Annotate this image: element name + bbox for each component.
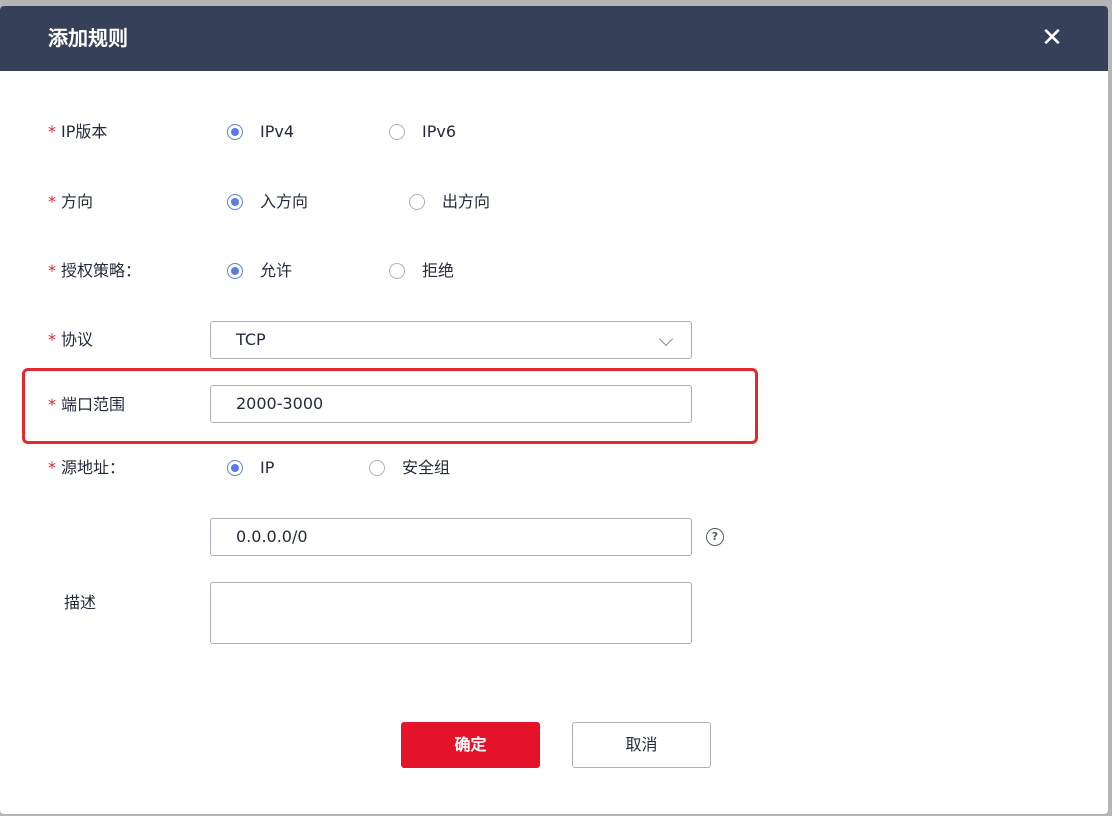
required-mark: * bbox=[48, 192, 56, 211]
radio-checked-icon bbox=[227, 124, 243, 140]
radio-deny-label: 拒绝 bbox=[422, 261, 455, 280]
radio-unchecked-icon bbox=[389, 263, 405, 279]
description-label: 描述 bbox=[64, 593, 97, 612]
radio-allow-label: 允许 bbox=[260, 261, 293, 280]
radio-security-group-label: 安全组 bbox=[402, 458, 451, 477]
source-ip-input[interactable]: 0.0.0.0/0 bbox=[210, 518, 692, 556]
radio-unchecked-icon bbox=[369, 460, 385, 476]
protocol-value: TCP bbox=[236, 330, 266, 349]
chevron-down-icon bbox=[658, 331, 674, 347]
required-mark: * bbox=[48, 122, 56, 141]
radio-outbound[interactable]: 出方向 bbox=[409, 191, 490, 213]
required-mark: * bbox=[48, 330, 56, 349]
radio-inbound-label: 入方向 bbox=[260, 192, 309, 211]
radio-ipv6-label: IPv6 bbox=[422, 122, 457, 141]
radio-outbound-label: 出方向 bbox=[442, 192, 491, 211]
radio-allow[interactable]: 允许 bbox=[227, 260, 292, 282]
radio-source-ip[interactable]: IP bbox=[227, 457, 274, 479]
policy-label: * 授权策略： bbox=[48, 261, 142, 280]
radio-unchecked-icon bbox=[389, 124, 405, 140]
question-circle-icon[interactable]: ? bbox=[706, 528, 724, 546]
radio-source-ip-label: IP bbox=[260, 458, 275, 477]
close-icon[interactable]: ✕ bbox=[1038, 24, 1066, 52]
port-range-label: * 端口范围 bbox=[48, 395, 126, 414]
radio-checked-icon bbox=[227, 263, 243, 279]
description-textarea[interactable] bbox=[210, 582, 692, 644]
radio-deny[interactable]: 拒绝 bbox=[389, 260, 454, 282]
protocol-select[interactable]: TCP bbox=[210, 321, 692, 359]
radio-ipv4[interactable]: IPv4 bbox=[227, 121, 294, 143]
radio-ipv6[interactable]: IPv6 bbox=[389, 121, 456, 143]
radio-security-group[interactable]: 安全组 bbox=[369, 457, 450, 479]
direction-label: * 方向 bbox=[48, 192, 94, 211]
radio-unchecked-icon bbox=[409, 194, 425, 210]
required-mark: * bbox=[48, 261, 56, 280]
port-range-value: 2000-3000 bbox=[236, 394, 324, 413]
ip-version-label: * IP版本 bbox=[48, 122, 108, 141]
source-label: * 源地址： bbox=[48, 458, 126, 477]
protocol-label: * 协议 bbox=[48, 330, 94, 349]
required-mark: * bbox=[48, 395, 56, 414]
source-ip-value: 0.0.0.0/0 bbox=[236, 527, 308, 546]
radio-inbound[interactable]: 入方向 bbox=[227, 191, 308, 213]
cancel-button[interactable]: 取消 bbox=[572, 722, 711, 768]
dialog-title: 添加规则 bbox=[48, 26, 128, 50]
radio-ipv4-label: IPv4 bbox=[260, 122, 295, 141]
radio-checked-icon bbox=[227, 460, 243, 476]
add-rule-dialog: 添加规则 ✕ * IP版本 IPv4 IPv6 * 方向 入方向 出方向 * 授权策略… bbox=[0, 6, 1108, 814]
dialog-header: 添加规则 ✕ bbox=[0, 6, 1108, 71]
confirm-button[interactable]: 确定 bbox=[401, 722, 540, 768]
radio-checked-icon bbox=[227, 194, 243, 210]
port-range-input[interactable]: 2000-3000 bbox=[210, 385, 692, 423]
required-mark: * bbox=[48, 458, 56, 477]
